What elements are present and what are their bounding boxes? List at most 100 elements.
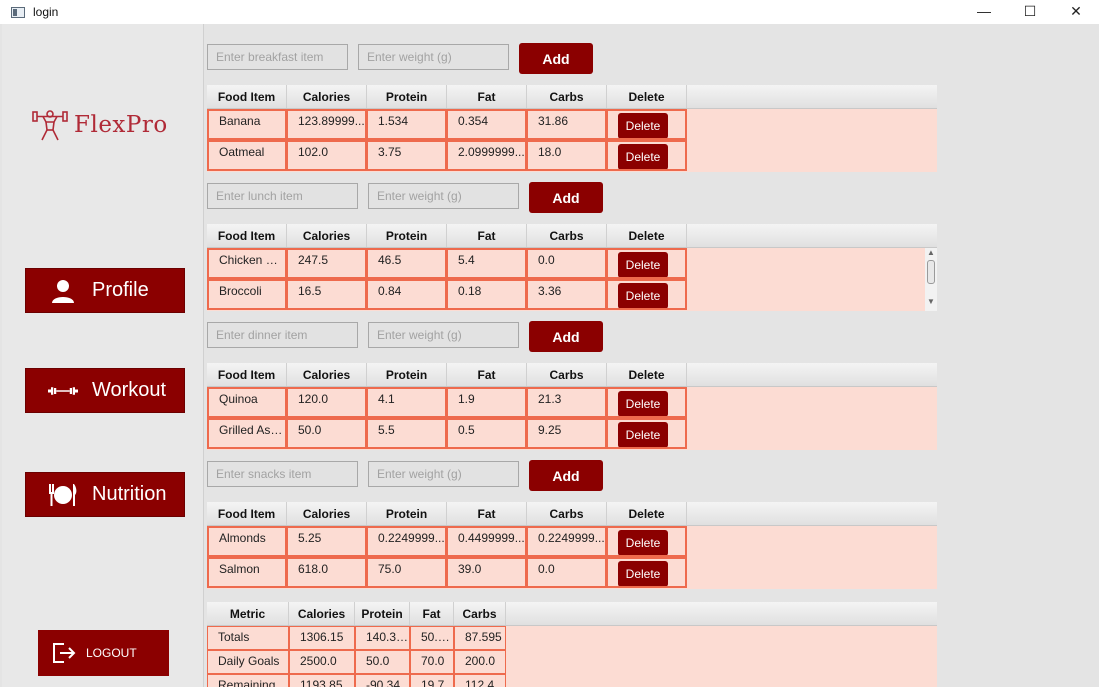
col-carbs[interactable]: Carbs (527, 224, 607, 247)
cell-fat: 1.9 (447, 387, 527, 418)
close-button[interactable]: ✕ (1053, 0, 1099, 22)
delete-button[interactable]: Delete (618, 391, 668, 416)
col-delete[interactable]: Delete (607, 502, 687, 525)
nav-profile-button[interactable]: Profile (25, 268, 185, 313)
cell-calories: 1306.15 (289, 626, 355, 650)
cell-food: Broccoli (207, 279, 287, 310)
lunch-table: Food Item Calories Protein Fat Carbs Del… (207, 224, 937, 311)
delete-button[interactable]: Delete (618, 422, 668, 447)
cell-calories: 1193.85 (289, 674, 355, 687)
nav-workout-button[interactable]: Workout (25, 368, 185, 413)
cell-fat: 0.4499999... (447, 526, 527, 557)
cell-calories: 120.0 (287, 387, 367, 418)
user-icon (48, 277, 78, 305)
logout-button[interactable]: LOGOUT (38, 630, 169, 676)
col-metric[interactable]: Metric (207, 602, 289, 625)
sidebar: FlexPro Profile Workout Nutrition LOGOUT (2, 24, 204, 687)
nav-nutrition-button[interactable]: Nutrition (25, 472, 185, 517)
col-delete[interactable]: Delete (607, 363, 687, 386)
col-protein[interactable]: Protein (367, 85, 447, 108)
table-row[interactable]: Salmon 618.0 75.0 39.0 0.0 Delete (207, 557, 937, 588)
dinner-add-button[interactable]: Add (529, 321, 603, 352)
col-food-item[interactable]: Food Item (207, 502, 287, 525)
snacks-weight-input[interactable] (368, 461, 519, 487)
col-fat[interactable]: Fat (447, 363, 527, 386)
lunch-item-input[interactable] (207, 183, 358, 209)
col-fat[interactable]: Fat (410, 602, 454, 625)
lunch-table-scrollbar[interactable]: ▲ ▼ (925, 248, 937, 311)
col-protein[interactable]: Protein (367, 502, 447, 525)
breakfast-add-button[interactable]: Add (519, 43, 593, 74)
cell-protein: 3.75 (367, 140, 447, 171)
table-row[interactable]: Broccoli 16.5 0.84 0.18 3.36 Delete (207, 279, 937, 310)
col-carbs[interactable]: Carbs (454, 602, 506, 625)
col-food-item[interactable]: Food Item (207, 85, 287, 108)
cell-delete: Delete (607, 109, 687, 140)
cell-protein: 140.349 (355, 626, 410, 650)
col-fat[interactable]: Fat (447, 502, 527, 525)
col-calories[interactable]: Calories (287, 224, 367, 247)
delete-button[interactable]: Delete (618, 530, 668, 555)
cell-food: Banana (207, 109, 287, 140)
col-calories[interactable]: Calories (287, 85, 367, 108)
breakfast-weight-input[interactable] (358, 44, 509, 70)
weightlifter-icon (32, 110, 68, 141)
table-row[interactable]: Daily Goals 2500.0 50.0 70.0 200.0 (207, 650, 937, 674)
flexpro-logo: FlexPro (32, 108, 168, 142)
scroll-up-icon[interactable]: ▲ (925, 248, 937, 258)
col-delete[interactable]: Delete (607, 224, 687, 247)
window-titlebar: login — ☐ ✕ (0, 0, 1099, 24)
dinner-table: Food Item Calories Protein Fat Carbs Del… (207, 363, 937, 450)
col-calories[interactable]: Calories (289, 602, 355, 625)
cell-fat: 39.0 (447, 557, 527, 588)
delete-button[interactable]: Delete (618, 561, 668, 586)
breakfast-item-input[interactable] (207, 44, 348, 70)
table-row[interactable]: Grilled Asp... 50.0 5.5 0.5 9.25 Delete (207, 418, 937, 449)
col-food-item[interactable]: Food Item (207, 224, 287, 247)
lunch-weight-input[interactable] (368, 183, 519, 209)
cell-carbs: 3.36 (527, 279, 607, 310)
col-carbs[interactable]: Carbs (527, 502, 607, 525)
dinner-weight-input[interactable] (368, 322, 519, 348)
scroll-down-icon[interactable]: ▼ (925, 297, 937, 307)
col-delete[interactable]: Delete (607, 85, 687, 108)
table-row[interactable]: Chicken Br... 247.5 46.5 5.4 0.0 Delete (207, 248, 937, 279)
col-fat[interactable]: Fat (447, 85, 527, 108)
nav-profile-label: Profile (92, 279, 149, 301)
minimize-button[interactable]: — (961, 0, 1007, 22)
cell-delete: Delete (607, 557, 687, 588)
cell-protein: 0.84 (367, 279, 447, 310)
col-fat[interactable]: Fat (447, 224, 527, 247)
table-row[interactable]: Banana 123.89999... 1.534 0.354 31.86 De… (207, 109, 937, 140)
table-row[interactable]: Almonds 5.25 0.2249999... 0.4499999... 0… (207, 526, 937, 557)
cell-calories: 16.5 (287, 279, 367, 310)
cell-delete: Delete (607, 279, 687, 310)
nav-workout-label: Workout (92, 379, 167, 401)
cell-fat: 50.2... (410, 626, 454, 650)
table-row[interactable]: Remaining 1193.85 -90.34 19.7 112.4 (207, 674, 937, 687)
window-controls: — ☐ ✕ (961, 0, 1099, 24)
lunch-add-button[interactable]: Add (529, 182, 603, 213)
scrollbar-thumb[interactable] (927, 260, 935, 284)
dinner-item-input[interactable] (207, 322, 358, 348)
col-protein[interactable]: Protein (355, 602, 410, 625)
maximize-button[interactable]: ☐ (1007, 0, 1053, 22)
delete-button[interactable]: Delete (618, 113, 668, 138)
table-row[interactable]: Oatmeal 102.0 3.75 2.0999999... 18.0 Del… (207, 140, 937, 171)
col-calories[interactable]: Calories (287, 363, 367, 386)
cell-food: Oatmeal (207, 140, 287, 171)
snacks-item-input[interactable] (207, 461, 358, 487)
delete-button[interactable]: Delete (618, 144, 668, 169)
col-protein[interactable]: Protein (367, 363, 447, 386)
delete-button[interactable]: Delete (618, 252, 668, 277)
delete-button[interactable]: Delete (618, 283, 668, 308)
col-food-item[interactable]: Food Item (207, 363, 287, 386)
col-calories[interactable]: Calories (287, 502, 367, 525)
col-carbs[interactable]: Carbs (527, 363, 607, 386)
cell-carbs: 0.0 (527, 557, 607, 588)
table-row[interactable]: Quinoa 120.0 4.1 1.9 21.3 Delete (207, 387, 937, 418)
snacks-add-button[interactable]: Add (529, 460, 603, 491)
table-row[interactable]: Totals 1306.15 140.349 50.2... 87.595 (207, 626, 937, 650)
col-carbs[interactable]: Carbs (527, 85, 607, 108)
col-protein[interactable]: Protein (367, 224, 447, 247)
